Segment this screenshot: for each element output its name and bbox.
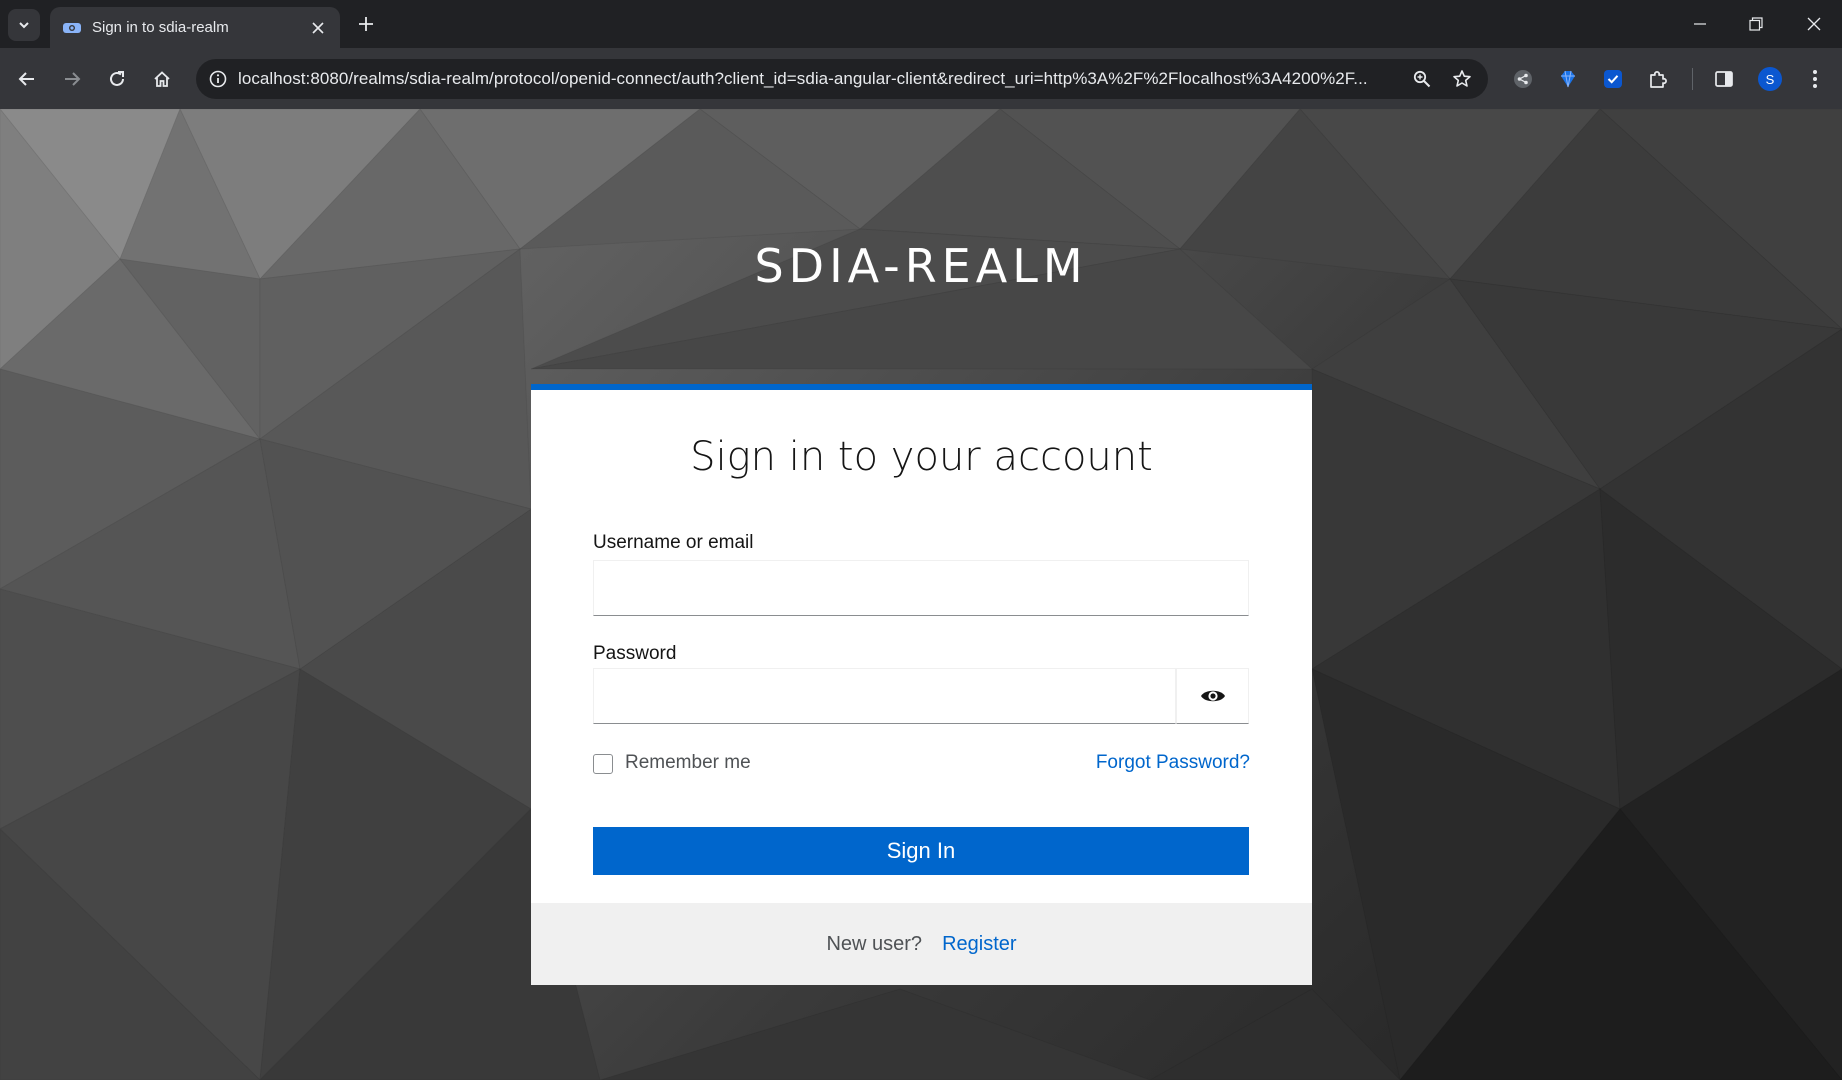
- back-icon[interactable]: [10, 62, 44, 96]
- username-input[interactable]: [593, 560, 1249, 616]
- password-input[interactable]: [593, 668, 1176, 724]
- profile-avatar[interactable]: S: [1753, 62, 1787, 96]
- register-link[interactable]: Register: [942, 933, 1016, 956]
- new-user-text: New user?: [826, 932, 923, 955]
- username-label: Username or email: [593, 532, 754, 553]
- new-tab-icon[interactable]: [352, 10, 380, 38]
- avatar: S: [1758, 67, 1782, 91]
- bookmark-star-icon[interactable]: [1442, 59, 1482, 99]
- tab-close-icon[interactable]: [306, 16, 330, 40]
- show-password-button[interactable]: [1176, 668, 1249, 724]
- browser-toolbar: localhost:8080/realms/sdia-realm/protoco…: [0, 48, 1842, 109]
- toolbar-divider: [1692, 68, 1693, 90]
- remember-me-label[interactable]: Remember me: [625, 752, 751, 774]
- restore-icon[interactable]: [1728, 0, 1784, 48]
- zoom-icon[interactable]: [1402, 59, 1442, 99]
- address-bar[interactable]: localhost:8080/realms/sdia-realm/protoco…: [196, 59, 1488, 99]
- sign-in-button[interactable]: Sign In: [593, 827, 1249, 875]
- keycloak-favicon-icon: [62, 20, 82, 36]
- home-icon[interactable]: [145, 62, 179, 96]
- remember-me-checkbox[interactable]: [593, 754, 613, 774]
- tab-search-button[interactable]: [8, 9, 40, 41]
- close-window-icon[interactable]: [1786, 0, 1842, 48]
- extensions-puzzle-icon[interactable]: [1641, 62, 1675, 96]
- browser-tab-active[interactable]: Sign in to sdia-realm: [50, 7, 340, 48]
- forward-icon[interactable]: [55, 62, 89, 96]
- forgot-password-link[interactable]: Forgot Password?: [1096, 752, 1250, 774]
- page-title: Sign in to your account: [690, 434, 1153, 480]
- password-label: Password: [593, 643, 677, 664]
- browser-tab-strip: Sign in to sdia-realm: [0, 0, 1842, 48]
- side-panel-icon[interactable]: [1707, 62, 1741, 96]
- eye-icon: [1200, 690, 1225, 702]
- tab-title: Sign in to sdia-realm: [92, 19, 229, 36]
- menu-kebab-icon[interactable]: [1798, 62, 1832, 96]
- card-footer: New user? Register: [531, 903, 1312, 985]
- login-card: Sign in to your account Username or emai…: [531, 384, 1312, 985]
- chevron-down-icon: [19, 22, 29, 29]
- login-page: SDIA-REALM Sign in to your account Usern…: [0, 109, 1842, 1080]
- realm-title: SDIA-REALM: [754, 239, 1088, 293]
- site-info-icon[interactable]: [198, 59, 238, 99]
- url-text[interactable]: localhost:8080/realms/sdia-realm/protoco…: [238, 69, 1402, 89]
- minimize-icon[interactable]: [1672, 0, 1728, 48]
- extension-diamond-icon[interactable]: [1551, 62, 1585, 96]
- reload-icon[interactable]: [100, 62, 134, 96]
- extension-check-icon[interactable]: [1596, 62, 1630, 96]
- extension-share-icon[interactable]: [1506, 62, 1540, 96]
